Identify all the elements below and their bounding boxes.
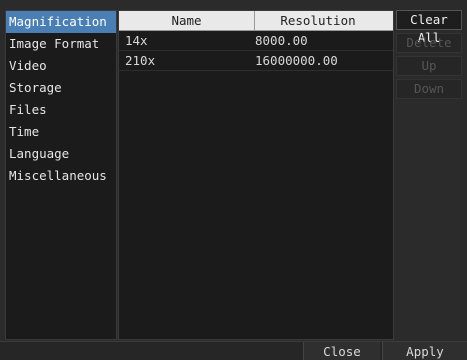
category-image-format[interactable]: Image Format — [6, 33, 116, 55]
column-header-resolution[interactable]: Resolution — [255, 11, 381, 31]
close-button[interactable]: Close — [303, 342, 380, 360]
category-time[interactable]: Time — [6, 121, 116, 143]
table-actions: Clear All Delete Up Down — [396, 10, 462, 102]
table-header: Name Resolution — [119, 11, 393, 31]
row-name-cell: 14x — [125, 33, 148, 48]
column-header-name[interactable]: Name — [119, 11, 255, 31]
magnification-table: Name Resolution 14x 8000.00 210x 1600000… — [118, 10, 394, 340]
clear-all-button[interactable]: Clear All — [396, 10, 462, 45]
footer-bar: Close Apply — [0, 341, 467, 360]
category-language[interactable]: Language — [6, 143, 116, 165]
category-video[interactable]: Video — [6, 55, 116, 77]
row-resolution-cell: 8000.00 — [255, 33, 308, 48]
delete-button[interactable]: Delete — [396, 33, 462, 53]
row-name-cell: 210x — [125, 53, 156, 68]
category-miscellaneous[interactable]: Miscellaneous — [6, 165, 116, 187]
apply-button[interactable]: Apply — [382, 342, 467, 360]
down-button[interactable]: Down — [396, 79, 462, 99]
row-resolution-cell: 16000000.00 — [255, 53, 338, 68]
settings-window: Magnification Image Format Video Storage… — [0, 0, 467, 360]
up-button[interactable]: Up — [396, 56, 462, 76]
category-storage[interactable]: Storage — [6, 77, 116, 99]
table-row[interactable]: 14x 8000.00 — [119, 31, 393, 51]
table-row[interactable]: 210x 16000000.00 — [119, 51, 393, 71]
category-files[interactable]: Files — [6, 99, 116, 121]
category-magnification[interactable]: Magnification — [6, 11, 116, 33]
category-list: Magnification Image Format Video Storage… — [5, 10, 117, 340]
